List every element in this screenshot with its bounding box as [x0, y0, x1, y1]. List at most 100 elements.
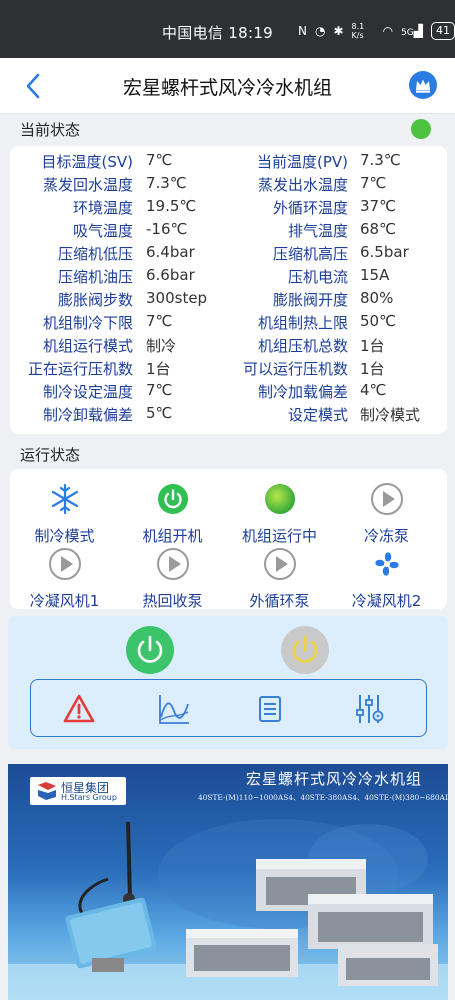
param-label: 机组运行模式	[42, 337, 133, 355]
param-value: 1台	[146, 360, 171, 378]
run-status-item[interactable]: 外循环泵	[225, 547, 334, 610]
param-value: 15A	[360, 266, 390, 284]
wifi-icon: ◠	[382, 24, 394, 38]
param-label: 膨胀阀步数	[57, 291, 133, 309]
param-label: 机组压机总数	[257, 337, 348, 355]
param-label: 制冷设定温度	[42, 383, 133, 401]
param-value: 50℃	[360, 312, 396, 330]
banner-title: 宏星螺杆式风冷冷水机组	[245, 770, 422, 788]
settings-sliders-icon[interactable]	[353, 692, 387, 726]
param-row: 目标温度(SV) 7℃ 当前温度(PV) 7.3℃	[10, 151, 447, 174]
power-on-icon	[158, 484, 188, 514]
param-label: 蒸发出水温度	[257, 176, 348, 194]
alarm-icon[interactable]	[62, 692, 96, 726]
param-label: 机组制热上限	[257, 314, 348, 332]
param-label: 排气温度	[287, 222, 348, 240]
param-row: 制冷卸载偏差 5℃ 设定模式 制冷模式	[10, 404, 447, 427]
run-status-label: 冷冻泵	[363, 527, 409, 545]
param-value: 7℃	[146, 381, 173, 399]
play-icon	[157, 548, 189, 580]
param-row: 压缩机油压 6.6bar 压机电流 15A	[10, 266, 447, 289]
param-value: 19.5℃	[146, 197, 197, 215]
signal-label: 5G	[401, 28, 414, 38]
param-value: 7.3℃	[146, 174, 187, 192]
run-status-heading: 运行状态	[20, 446, 81, 464]
running-indicator-icon	[265, 484, 295, 514]
param-label: 压缩机高压	[272, 245, 348, 263]
company-logo-mark	[38, 782, 56, 800]
param-row: 机组运行模式 制冷 机组压机总数 1台	[10, 335, 447, 358]
run-status-item[interactable]: 机组开机	[118, 482, 227, 545]
param-value: 制冷模式	[360, 406, 421, 424]
run-status-item[interactable]: 制冷模式	[10, 482, 119, 545]
product-banner: 恒星集团 H.Stars Group 宏星螺杆式风冷冷水机组 40STE-(M)…	[8, 764, 448, 1000]
run-status-label: 冷凝风机1	[29, 592, 100, 610]
param-label: 当前温度(PV)	[256, 153, 348, 171]
run-status-label: 冷凝风机2	[351, 592, 422, 610]
alarm-clock-icon: ◔	[314, 24, 326, 38]
current-status-heading: 当前状态	[20, 121, 81, 139]
battery-level: 41	[436, 24, 450, 37]
param-label: 环境温度	[72, 199, 133, 217]
carrier-name: 中国电信	[162, 24, 224, 42]
control-panel	[8, 616, 448, 749]
system-status-bar: 中国电信 18:19 N ◔ ✱ 8.1 K/s ◠ 5G▟ 41	[0, 0, 455, 58]
power-on-button[interactable]	[126, 626, 174, 674]
page-title: 宏星螺杆式风冷冷水机组	[122, 77, 332, 99]
param-value: 1台	[360, 337, 385, 355]
company-logo: 恒星集团 H.Stars Group	[30, 777, 126, 805]
param-label: 膨胀阀开度	[272, 291, 348, 309]
run-status-label: 热回收泵	[142, 592, 203, 610]
param-value: 制冷	[146, 337, 177, 355]
run-status-item[interactable]: 冷凝风机2	[332, 547, 441, 610]
company-name-en: H.Stars Group	[61, 793, 117, 802]
param-value: 5℃	[146, 404, 173, 422]
play-icon	[264, 548, 296, 580]
status-icons: N ◔ ✱ 8.1 K/s ◠ 5G▟ 41	[298, 22, 455, 40]
param-value: 68℃	[360, 220, 396, 238]
bluetooth-icon: ✱	[333, 24, 344, 38]
param-label: 制冷加载偏差	[257, 383, 348, 401]
run-status-item[interactable]: 冷凝风机1	[10, 547, 119, 610]
param-value: 37℃	[360, 197, 396, 215]
run-status-item[interactable]: 冷冻泵	[332, 482, 441, 545]
power-icon	[137, 635, 163, 663]
power-off-button[interactable]	[281, 626, 329, 674]
chart-icon[interactable]	[157, 692, 191, 726]
param-label: 压缩机低压	[57, 245, 133, 263]
run-status-item[interactable]: 机组运行中	[225, 482, 334, 545]
run-status-label: 制冷模式	[34, 527, 95, 545]
status-time: 中国电信 18:19	[162, 22, 273, 43]
param-row: 机组制冷下限 7℃ 机组制热上限 50℃	[10, 312, 447, 335]
function-toolbar	[30, 679, 427, 737]
param-label: 可以运行压机数	[242, 360, 348, 378]
param-value: 7℃	[360, 174, 387, 192]
param-value: 7℃	[146, 151, 173, 169]
param-row: 蒸发回水温度 7.3℃ 蒸发出水温度 7℃	[10, 174, 447, 197]
param-value: 6.5bar	[360, 243, 409, 261]
param-value: 300step	[146, 289, 208, 307]
param-label: 压缩机油压	[57, 268, 133, 286]
net-speed: 8.1 K/s	[351, 22, 365, 40]
list-icon[interactable]	[253, 692, 287, 726]
param-row: 吸气温度 -16℃ 排气温度 68℃	[10, 220, 447, 243]
param-label: 正在运行压机数	[27, 360, 133, 378]
param-value: -16℃	[146, 220, 188, 238]
run-status-label: 机组运行中	[241, 527, 317, 545]
param-value: 7.3℃	[360, 151, 401, 169]
param-value: 7℃	[146, 312, 173, 330]
play-icon	[49, 548, 81, 580]
battery-icon: 41	[431, 22, 455, 40]
crown-icon[interactable]	[409, 71, 437, 99]
fan-icon	[375, 552, 399, 576]
power-icon	[292, 635, 318, 663]
param-label: 压机电流	[287, 268, 348, 286]
param-row: 膨胀阀步数 300step 膨胀阀开度 80%	[10, 289, 447, 312]
param-row: 正在运行压机数 1台 可以运行压机数 1台	[10, 358, 447, 381]
snowflake-icon	[51, 483, 79, 515]
banner-models: 40STE-(M)110~1000AS4、40STE-380AS4、40STE-…	[198, 793, 448, 802]
parameter-panel: 目标温度(SV) 7℃ 当前温度(PV) 7.3℃ 蒸发回水温度 7.3℃ 蒸发出水温度 7℃…	[10, 146, 447, 434]
param-label: 设定模式	[287, 406, 348, 424]
clock: 18:19	[228, 24, 274, 42]
run-status-item[interactable]: 热回收泵	[118, 547, 227, 610]
